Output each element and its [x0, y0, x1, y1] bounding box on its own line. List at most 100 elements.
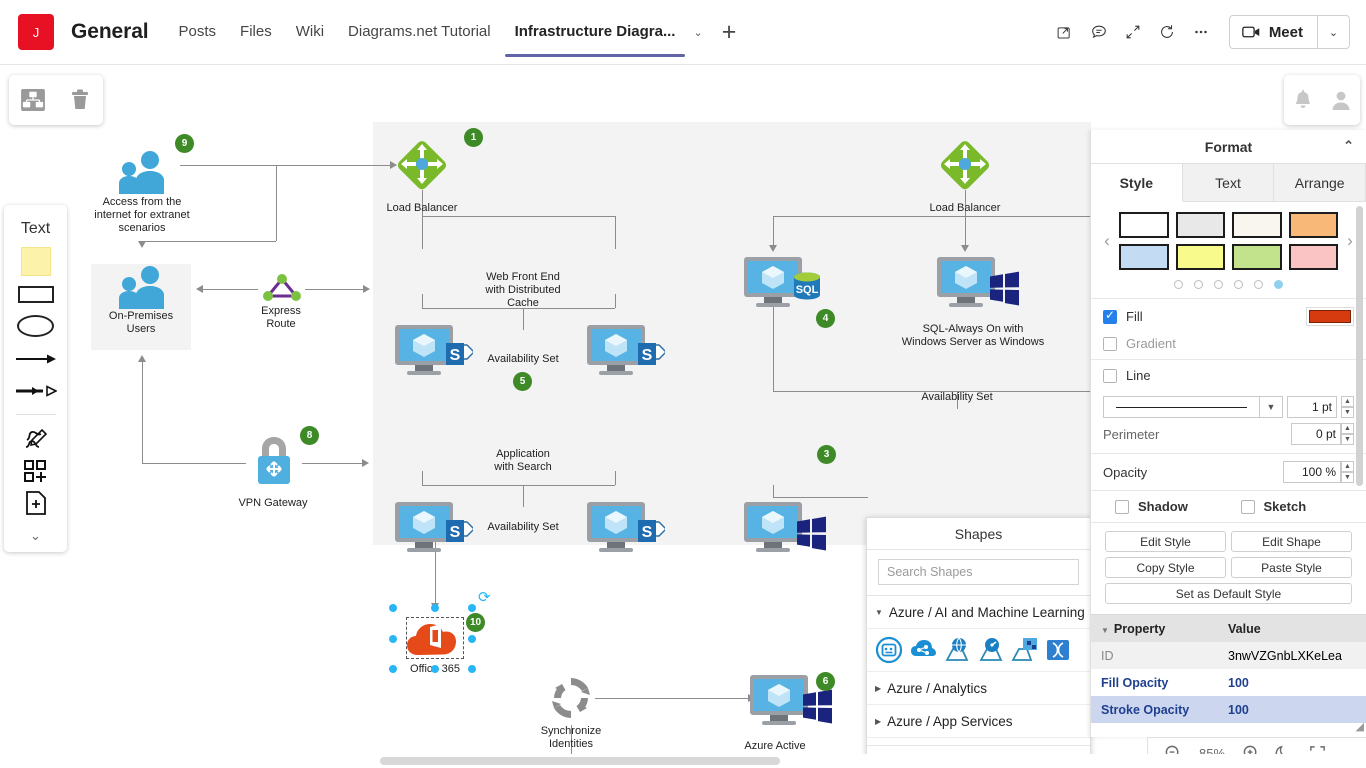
edit-style-button[interactable]: Edit Style	[1105, 531, 1226, 552]
node-sql-always-on[interactable]	[935, 255, 1020, 313]
node-windows-vm[interactable]	[742, 500, 827, 558]
layout-icon[interactable]	[16, 83, 50, 117]
text-tool[interactable]: Text	[13, 213, 59, 245]
expand-icon[interactable]	[1116, 15, 1150, 49]
tab-infrastructure-diagram[interactable]: Infrastructure Diagra...	[503, 0, 688, 64]
page-dot-4[interactable]	[1234, 280, 1243, 289]
tab-text[interactable]: Text	[1182, 164, 1275, 201]
bell-icon[interactable]	[1286, 83, 1320, 117]
table-row[interactable]: Stroke Opacity 100	[1091, 696, 1366, 723]
more-options-icon[interactable]	[1184, 15, 1218, 49]
line-style-select[interactable]: ▼	[1103, 396, 1283, 418]
node-load-balancer-2[interactable]	[935, 135, 995, 193]
node-synchronize-identities[interactable]	[547, 673, 595, 723]
paste-style-button[interactable]: Paste Style	[1231, 557, 1352, 578]
collapse-triangle-icon[interactable]: ▼	[1101, 626, 1109, 635]
shadow-checkbox[interactable]	[1115, 499, 1129, 514]
open-in-new-window-icon[interactable]	[1048, 15, 1082, 49]
shapes-section-ai-ml[interactable]: ▼ Azure / AI and Machine Learning	[867, 596, 1090, 629]
line-checkbox[interactable]	[1103, 368, 1117, 383]
shapes-tool[interactable]	[13, 455, 59, 487]
tab-wiki[interactable]: Wiki	[284, 0, 336, 64]
tab-chevron-down-icon[interactable]: ⌄	[687, 26, 708, 39]
line-width-input[interactable]: 1 pt	[1287, 396, 1337, 418]
search-shapes-input[interactable]	[878, 559, 1079, 585]
tab-files[interactable]: Files	[228, 0, 284, 64]
bot-service-web-icon[interactable]	[943, 636, 971, 664]
format-scrollbar[interactable]	[1356, 206, 1363, 486]
machine-learning-icon[interactable]	[909, 636, 937, 664]
shapes-section-analytics[interactable]: ▶ Azure / Analytics	[867, 672, 1090, 705]
swatch-pink[interactable]	[1288, 244, 1338, 270]
node-web-front-end-vm-2[interactable]: S	[585, 323, 667, 381]
swatch-cream[interactable]	[1232, 212, 1282, 238]
cognitive-services-icon[interactable]	[875, 636, 903, 664]
swatch-gray[interactable]	[1175, 212, 1225, 238]
expand-more-tool[interactable]: ⌄	[13, 520, 59, 552]
swatch-prev-button[interactable]: ‹	[1097, 231, 1117, 251]
tab-arrange[interactable]: Arrange	[1274, 164, 1366, 201]
table-resize-grip[interactable]: ◢	[1356, 720, 1364, 733]
page-dot-1[interactable]	[1174, 280, 1183, 289]
table-row[interactable]: ID 3nwVZGnbLXKeLea	[1091, 642, 1366, 669]
fill-color-button[interactable]	[1306, 307, 1354, 326]
page-dot-3[interactable]	[1214, 280, 1223, 289]
row-value[interactable]: 3nwVZGnbLXKeLea	[1219, 649, 1366, 663]
swatch-white[interactable]	[1119, 212, 1169, 238]
selection-handle[interactable]	[468, 635, 476, 643]
selection-handle[interactable]	[389, 635, 397, 643]
perimeter-stepper[interactable]: ▲ ▼	[1341, 423, 1354, 445]
node-load-balancer-1[interactable]	[392, 135, 452, 193]
shapes-section-app-services[interactable]: ▶ Azure / App Services	[867, 705, 1090, 738]
ellipse-tool[interactable]	[13, 310, 59, 342]
chevron-down-icon[interactable]: ▼	[1259, 397, 1282, 417]
add-tab-button[interactable]: +	[709, 19, 750, 45]
arrow-tool[interactable]	[13, 343, 59, 375]
table-row[interactable]: Fill Opacity 100	[1091, 669, 1366, 696]
node-web-front-end-vm-1[interactable]: S	[393, 323, 475, 381]
node-express-route[interactable]	[258, 272, 306, 304]
batch-ai-icon[interactable]	[1011, 636, 1039, 664]
canvas-horizontal-scrollbar[interactable]	[0, 754, 1366, 768]
collapse-chevron-up-icon[interactable]: ⌃	[1343, 138, 1354, 154]
selection-handle[interactable]	[431, 604, 439, 612]
opacity-stepper[interactable]: ▲ ▼	[1341, 461, 1354, 483]
page-dot-5[interactable]	[1254, 280, 1263, 289]
tab-style[interactable]: Style	[1091, 164, 1183, 202]
freehand-tool[interactable]	[13, 422, 59, 454]
node-access-internet[interactable]	[112, 150, 172, 195]
fill-checkbox[interactable]	[1103, 308, 1117, 324]
double-arrow-tool[interactable]	[13, 375, 59, 407]
refresh-icon[interactable]	[1150, 15, 1184, 49]
person-icon[interactable]	[1324, 83, 1358, 117]
rotate-handle-icon[interactable]: ⟳	[478, 588, 491, 606]
row-value[interactable]: 100	[1219, 703, 1366, 717]
selection-handle[interactable]	[389, 604, 397, 612]
row-value[interactable]: 100	[1219, 676, 1366, 690]
swatch-green[interactable]	[1232, 244, 1282, 270]
tab-posts[interactable]: Posts	[167, 0, 229, 64]
sketch-checkbox[interactable]	[1240, 499, 1255, 514]
chat-icon[interactable]	[1082, 15, 1116, 49]
edit-shape-button[interactable]: Edit Shape	[1231, 531, 1352, 552]
swatch-orange[interactable]	[1288, 212, 1338, 238]
bot-service-icon[interactable]	[977, 636, 1005, 664]
opacity-input[interactable]: 100 %	[1283, 461, 1341, 483]
meet-chevron-down-icon[interactable]: ⌄	[1317, 16, 1349, 48]
gradient-checkbox[interactable]	[1103, 336, 1117, 351]
add-page-tool[interactable]	[13, 487, 59, 519]
page-dot-2[interactable]	[1194, 280, 1203, 289]
tab-diagrams-tutorial[interactable]: Diagrams.net Tutorial	[336, 0, 503, 64]
scrollbar-thumb[interactable]	[380, 757, 780, 765]
selection-handle[interactable]	[468, 604, 476, 612]
meet-button[interactable]: Meet	[1230, 16, 1317, 48]
line-width-stepper[interactable]: ▲ ▼	[1341, 396, 1354, 418]
delete-icon[interactable]	[63, 83, 97, 117]
node-vpn-gateway[interactable]	[246, 430, 302, 492]
copy-style-button[interactable]: Copy Style	[1105, 557, 1226, 578]
set-default-style-button[interactable]: Set as Default Style	[1105, 583, 1352, 604]
selection-handle[interactable]	[431, 665, 439, 673]
genomics-icon[interactable]	[1045, 636, 1073, 664]
selection-handle[interactable]	[389, 665, 397, 673]
page-dot-6[interactable]	[1274, 280, 1283, 289]
